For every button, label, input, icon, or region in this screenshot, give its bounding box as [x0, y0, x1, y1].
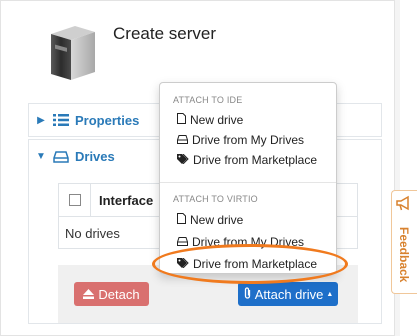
dropdown-header-ide: ATTACH TO IDE [173, 95, 243, 105]
menu-item-virtio-new-drive[interactable]: New drive [177, 213, 243, 227]
tag-icon [177, 153, 189, 167]
menu-item-label: New drive [190, 213, 244, 227]
detach-button-label: Detach [98, 286, 140, 302]
select-all-checkbox[interactable] [59, 183, 91, 217]
file-icon [177, 113, 186, 127]
menu-item-label: Drive from My Drives [192, 133, 305, 147]
file-icon [177, 213, 186, 227]
list-icon [53, 114, 69, 126]
megaphone-icon [396, 195, 409, 211]
caret-down-icon: ▼ [36, 151, 46, 162]
server-icon [51, 26, 95, 80]
attach-drive-button-label: Attach drive [254, 286, 324, 302]
highlight-circle [152, 244, 348, 284]
feedback-label: Feedback [397, 227, 411, 283]
menu-item-ide-new-drive[interactable]: New drive [177, 113, 243, 127]
paperclip-icon [243, 286, 252, 302]
accordion-properties-label: Properties [75, 112, 140, 128]
eject-icon [83, 287, 95, 302]
accordion-drives-label: Drives [75, 149, 115, 164]
detach-button[interactable]: Detach [74, 282, 149, 306]
dropdown-divider [160, 182, 336, 183]
attach-drive-button[interactable]: Attach drive ▲ [238, 282, 338, 306]
hdd-icon [177, 133, 188, 147]
menu-item-label: Drive from Marketplace [193, 153, 318, 167]
column-header-interface: Interface [99, 192, 154, 208]
caret-up-icon: ▲ [326, 290, 334, 298]
page-title: Create server [113, 24, 216, 43]
caret-right-icon: ▶ [37, 114, 45, 126]
menu-item-ide-my-drives[interactable]: Drive from My Drives [177, 133, 304, 147]
hdd-icon [53, 150, 69, 163]
menu-item-ide-marketplace[interactable]: Drive from Marketplace [177, 153, 317, 167]
menu-item-label: New drive [190, 113, 244, 127]
dropdown-header-virtio: ATTACH TO VIRTIO [173, 194, 258, 204]
hdd-icon [177, 235, 188, 249]
